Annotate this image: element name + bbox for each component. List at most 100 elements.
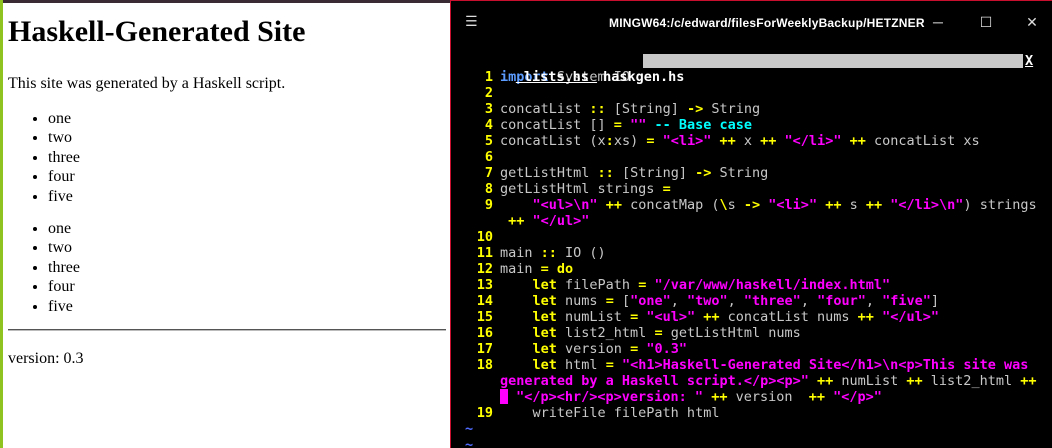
code-token: = (605, 293, 614, 309)
close-button[interactable]: ✕ (1017, 11, 1047, 33)
code-token: concatList [] (500, 117, 614, 133)
maximize-button[interactable]: ☐ (971, 11, 1001, 33)
code-token: ++ (500, 213, 525, 229)
code-line: 14 let nums = ["one", "two", "three", "f… (465, 293, 1037, 309)
tab-haskgen-hs[interactable]: haskgen.hs (599, 69, 688, 85)
tabline-fill (643, 54, 1023, 68)
code-token: ++ (752, 133, 777, 149)
code-token: let (532, 293, 557, 309)
code-token: concatList (x (500, 133, 606, 149)
code-token: "one" (630, 293, 671, 309)
tab-close-button[interactable]: X (1025, 53, 1033, 69)
code-token: main (500, 261, 541, 277)
line-number: 12 (476, 261, 493, 277)
line-number: 14 (476, 293, 493, 309)
code-comment: -- Base case (646, 117, 752, 133)
code-token: <p>This site was (898, 357, 1029, 373)
tilde-marker: ~ (465, 421, 474, 437)
list-item: four (48, 277, 444, 296)
list-item: five (48, 297, 444, 316)
code-token: "</p><hr/><p>version: " (508, 389, 704, 405)
window-title: MINGW64:/c/edward/filesForWeeklyBackup/H… (609, 16, 925, 30)
code-token: String (711, 165, 769, 181)
code-line-wrap: ++ "</ul>" (465, 213, 1037, 229)
version-text: version: 0.3 (8, 350, 84, 368)
code-token: concatMap ( (621, 197, 720, 213)
tilde-marker: ~ (465, 437, 474, 448)
code-token: s (727, 197, 744, 213)
vim-editor[interactable]: lists.hs haskgen.hs X 1 import System.IO … (465, 53, 1037, 448)
code-token: ++ (1012, 373, 1037, 389)
code-token: ++ (711, 133, 736, 149)
code-token: getListHtml strings (500, 181, 663, 197)
list-item: three (48, 258, 444, 277)
list-item: five (48, 187, 444, 206)
code-line: 13 let filePath = "/var/www/haskell/inde… (465, 277, 1037, 293)
list-item: one (48, 109, 444, 128)
code-token: "</li> (882, 197, 940, 213)
line-number: 13 (476, 277, 493, 293)
tab-lists-hs[interactable]: lists.hs (514, 69, 599, 85)
code-token: [String] (605, 101, 687, 117)
code-line: 6 (465, 149, 1037, 165)
code-token: :: (589, 101, 606, 117)
code-token: let (532, 277, 557, 293)
code-line: 17 let version = "0.3" (465, 341, 1037, 357)
terminal-window[interactable]: ☰ MINGW64:/c/edward/filesForWeeklyBackup… (450, 0, 1052, 448)
empty-line-marker: ~ (465, 421, 1037, 437)
vim-tabline: lists.hs haskgen.hs X (465, 53, 1037, 85)
line-number: 19 (476, 405, 493, 421)
code-token: ++ (841, 133, 866, 149)
line-number: 10 (476, 229, 493, 245)
minimize-button[interactable]: ─ (923, 11, 953, 33)
code-token: , (727, 293, 744, 309)
hamburger-menu-icon[interactable]: ☰ (465, 13, 479, 29)
code-line: 10 (465, 229, 1037, 245)
code-token: let (532, 325, 557, 341)
code-token: "/var/www/haskell/index.html" (646, 277, 891, 293)
code-token: , (800, 293, 818, 309)
code-token: concatList nums (719, 309, 850, 325)
horizontal-rule (8, 329, 446, 332)
code-token: ++ (808, 389, 826, 405)
code-line: 7 getListHtml :: [String] -> String (465, 165, 1037, 181)
code-line: 19 writeFile filePath html (465, 405, 1037, 421)
line-number: 5 (484, 133, 493, 149)
code-token: [String] (613, 165, 696, 181)
code-token: "<ul>" (638, 309, 696, 325)
code-token: s (841, 197, 858, 213)
code-token: version (727, 389, 809, 405)
code-token: ++ (695, 309, 720, 325)
code-token: html (556, 357, 606, 373)
code-token: , (865, 293, 883, 309)
code-token: ++ (849, 309, 874, 325)
code-token: : (605, 133, 614, 149)
code-token: xs) (613, 133, 647, 149)
code-token: IO () (556, 245, 606, 261)
code-token: = (654, 325, 663, 341)
code-token: [ (613, 293, 631, 309)
code-token: = (613, 117, 622, 133)
browser-viewport: Haskell-Generated Site This site was gen… (0, 0, 450, 448)
code-line-wrap: "</p><hr/><p>version: " ++ version ++ "<… (465, 389, 1037, 405)
code-token: "</ul>" (524, 213, 590, 229)
code-token: generated by a Haskell script.</p><p>" (500, 373, 809, 389)
code-token: ] (930, 293, 940, 309)
code-line: 11 main :: IO () (465, 245, 1037, 261)
terminal-titlebar[interactable]: ☰ MINGW64:/c/edward/filesForWeeklyBackup… (451, 1, 1052, 45)
code-token: getListHtml nums (662, 325, 801, 341)
code-token: "</p>" (825, 389, 882, 405)
code-token: = (630, 309, 639, 325)
code-token: numList (556, 309, 631, 325)
line-number: 18 (476, 357, 493, 373)
code-token: -> (743, 197, 761, 213)
number-list-2: one two three four five (8, 219, 444, 316)
code-line: 9 "<ul>\n" ++ concatMap (\s -> "<li>" ++… (465, 197, 1037, 213)
code-token: \ (719, 197, 728, 213)
list-item: two (48, 238, 444, 257)
